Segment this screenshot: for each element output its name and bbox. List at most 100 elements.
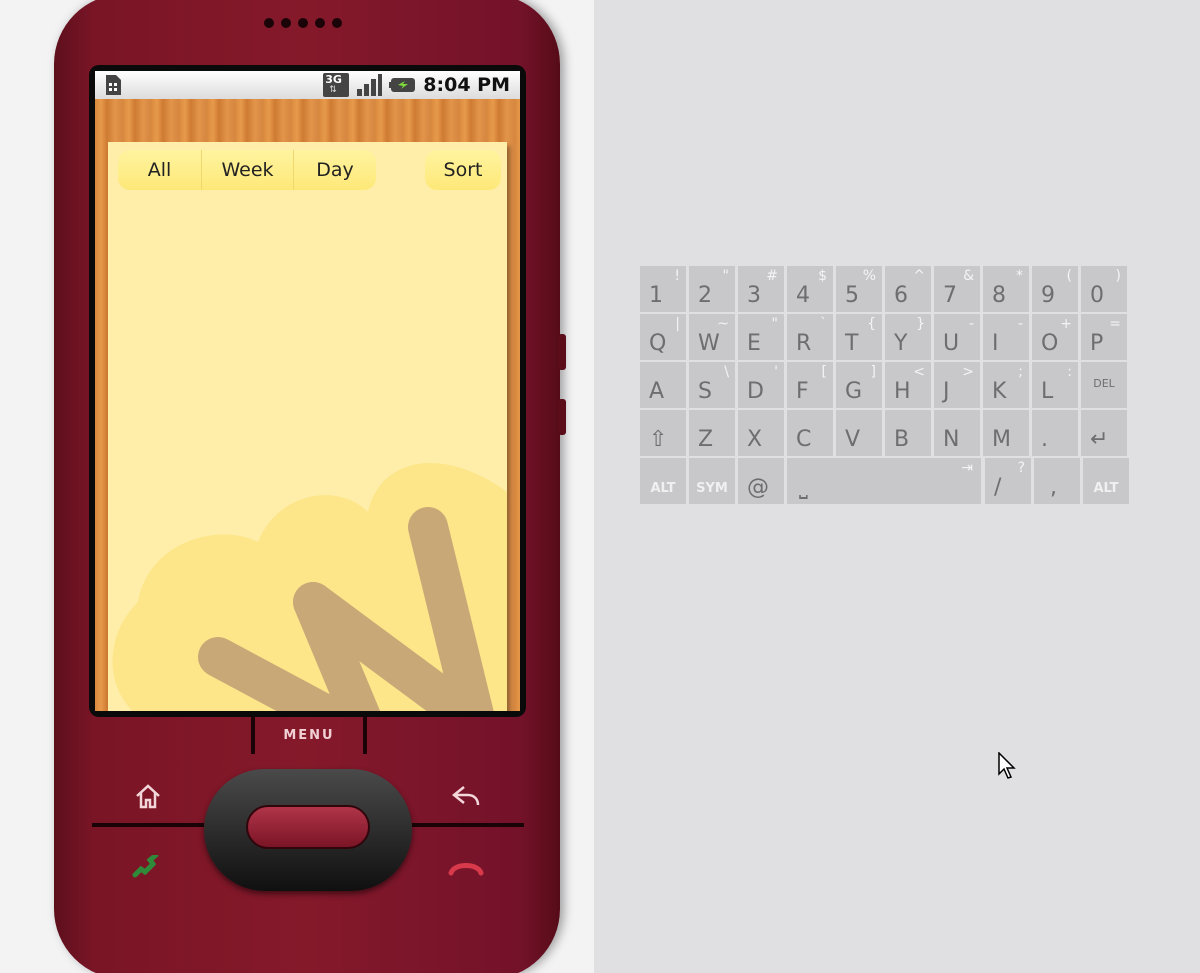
key-row1-7[interactable]: 8 * (983, 266, 1029, 312)
slash-key[interactable]: / ? (985, 458, 1031, 504)
key-row3-5[interactable]: H < (885, 362, 931, 408)
key-label: 9 (1041, 283, 1055, 308)
key-row1-8[interactable]: 9( (1032, 266, 1078, 312)
key-alt-label: < (913, 364, 925, 380)
key-row3-6[interactable]: J > (934, 362, 980, 408)
key-row3-8[interactable]: L: (1032, 362, 1078, 408)
alt-left-key[interactable]: ALT (640, 458, 686, 504)
emulator-keyboard: 1! 2 " 3 #4 $5% 6 ^ 7 & 8 * 9(0) Q | W ~ E " R ` T{Y} U - I - O + P… (640, 266, 1131, 504)
key-label: 7 (943, 283, 957, 308)
key-row4-3[interactable]: C (787, 410, 833, 456)
network-3g-icon: 3G ⇅ (323, 73, 350, 97)
menu-key[interactable]: MENU (251, 716, 367, 754)
key-alt-label: ~ (717, 316, 729, 332)
tab-day[interactable]: Day (294, 150, 376, 190)
key-label: T (845, 331, 859, 356)
alt-right-key[interactable]: ALT (1083, 458, 1129, 504)
key-label: 1 (649, 283, 663, 308)
key-row2-0[interactable]: Q | (640, 314, 686, 360)
key-row3-0[interactable]: A (640, 362, 686, 408)
mouse-pointer-icon (998, 752, 1016, 779)
key-row4-7[interactable]: M (983, 410, 1029, 456)
key-label: O (1041, 331, 1059, 356)
key-row1-0[interactable]: 1! (640, 266, 686, 312)
key-label: Q (649, 331, 667, 356)
key-row4-6[interactable]: N (934, 410, 980, 456)
key-alt-label: # (766, 268, 778, 284)
key-row3-7[interactable]: K; (983, 362, 1029, 408)
screen-bezel: 3G ⇅ 8:04 PM All Week Day Sort (89, 65, 526, 717)
key-label: D (747, 379, 764, 404)
key-row1-2[interactable]: 3 # (738, 266, 784, 312)
key-row2-1[interactable]: W ~ (689, 314, 735, 360)
key-label: B (894, 427, 910, 452)
volume-down-button[interactable] (558, 399, 566, 435)
key-row4-0[interactable]: ⇧ (640, 410, 686, 456)
key-row1-9[interactable]: 0) (1081, 266, 1127, 312)
divider-right (412, 823, 524, 827)
key-alt-label: : (1067, 364, 1072, 380)
sym-key[interactable]: SYM (689, 458, 735, 504)
key-alt-label: ) (1115, 268, 1121, 284)
space-key[interactable]: ⎵ ⇥ (787, 458, 981, 504)
key-row4-8[interactable]: . (1032, 410, 1078, 456)
status-time: 8:04 PM (423, 74, 510, 96)
key-row3-2[interactable]: D ' (738, 362, 784, 408)
volume-up-button[interactable] (558, 334, 566, 370)
key-row4-5[interactable]: B (885, 410, 931, 456)
key-row4-2[interactable]: X (738, 410, 784, 456)
key-label: L (1041, 379, 1054, 404)
key-row2-5[interactable]: Y} (885, 314, 931, 360)
key-row2-6[interactable]: U- (934, 314, 980, 360)
key-alt-label: ^ (913, 268, 925, 284)
key-row3-9[interactable]: DEL (1081, 362, 1127, 408)
key-row2-8[interactable]: O + (1032, 314, 1078, 360)
tab-week[interactable]: Week (202, 150, 294, 190)
key-row2-4[interactable]: T{ (836, 314, 882, 360)
key-label: ⇧ (649, 427, 668, 452)
menu-key-label: MENU (283, 727, 335, 743)
trackball[interactable] (246, 805, 370, 849)
key-row4-1[interactable]: Z (689, 410, 735, 456)
key-alt-label: " (722, 268, 729, 284)
key-row1-1[interactable]: 2 " (689, 266, 735, 312)
key-label: 0 (1090, 283, 1104, 308)
end-call-button[interactable] (446, 850, 486, 886)
key-row1-6[interactable]: 7 & (934, 266, 980, 312)
key-label: W (698, 331, 720, 356)
key-row4-9[interactable]: ↵ (1081, 410, 1127, 456)
key-row1-4[interactable]: 5% (836, 266, 882, 312)
earpiece-speaker (264, 18, 342, 28)
key-alt-label: + (1060, 316, 1072, 332)
key-label: 8 (992, 283, 1006, 308)
key-row2-2[interactable]: E " (738, 314, 784, 360)
back-button[interactable] (446, 778, 486, 814)
key-alt-label: { (867, 316, 876, 332)
key-label: DEL (1093, 377, 1115, 390)
key-alt-label: ] (870, 364, 876, 380)
key-label: S (698, 379, 712, 404)
tab-glyph: ⇥ (961, 460, 973, 476)
key-label: R (796, 331, 812, 356)
sort-button[interactable]: Sort (425, 150, 501, 190)
key-row4-4[interactable]: V (836, 410, 882, 456)
key-row2-9[interactable]: P = (1081, 314, 1127, 360)
battery-charging-icon (389, 78, 416, 92)
key-label: H (894, 379, 911, 404)
comma-key[interactable]: , (1034, 458, 1080, 504)
key-row1-5[interactable]: 6 ^ (885, 266, 931, 312)
key-alt-label: | (675, 316, 680, 332)
signal-strength-icon (357, 74, 383, 96)
key-row2-3[interactable]: R ` (787, 314, 833, 360)
key-row1-3[interactable]: 4 $ (787, 266, 833, 312)
at-key[interactable]: @ (738, 458, 784, 504)
key-row3-4[interactable]: G] (836, 362, 882, 408)
key-row3-1[interactable]: S \ (689, 362, 735, 408)
key-row2-7[interactable]: I- (983, 314, 1029, 360)
home-button[interactable] (128, 778, 168, 814)
call-button[interactable] (128, 850, 168, 886)
tab-all[interactable]: All (118, 150, 202, 190)
key-label: . (1041, 427, 1048, 452)
home-icon (136, 784, 160, 809)
key-row3-3[interactable]: F[ (787, 362, 833, 408)
